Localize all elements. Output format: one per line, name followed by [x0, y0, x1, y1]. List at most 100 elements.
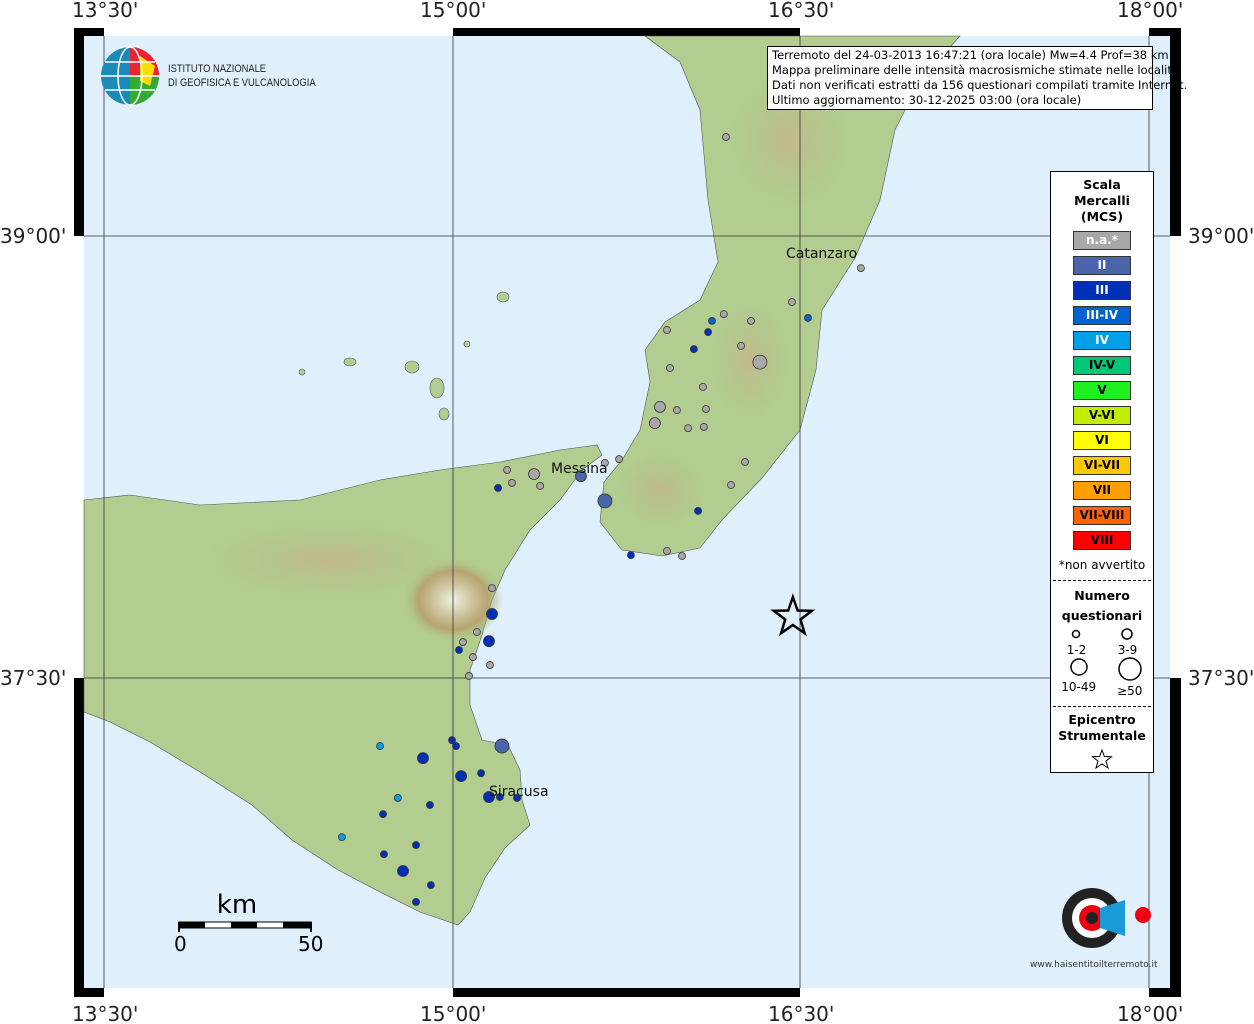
intensity-point — [752, 354, 768, 370]
haisentito-logo: www.haisentitoilterremoto.it — [1030, 860, 1158, 975]
intensity-point — [379, 810, 387, 819]
intensity-point — [747, 316, 755, 325]
info-line: Dati non verificati estratti da 156 ques… — [772, 78, 1188, 92]
intensity-point — [477, 769, 485, 778]
intensity-point — [412, 898, 420, 906]
count-label: 1-2 — [1066, 643, 1087, 657]
intensity-point — [689, 345, 698, 354]
legend-class-na: n.a.* — [1073, 231, 1131, 250]
intensity-point — [338, 833, 346, 842]
intensity-point — [857, 264, 865, 273]
lon-tick: 18°00' — [1117, 1002, 1184, 1024]
logo-line: DI GEOFISICA E VULCANOLOGIA — [168, 77, 316, 89]
legend-title: questionari — [1061, 608, 1143, 623]
intensity-point — [615, 455, 623, 463]
intensity-point — [737, 342, 745, 350]
intensity-point — [663, 547, 671, 555]
intensity-point — [722, 133, 730, 141]
legend-class-viii: VIII — [1073, 531, 1131, 550]
intensity-point — [483, 635, 495, 648]
intensity-point — [376, 742, 384, 750]
intensity-point — [459, 638, 467, 646]
intensity-point — [508, 479, 516, 487]
lat-tick: 39°00' — [0, 224, 67, 248]
intensity-point — [455, 646, 463, 654]
intensity-point — [452, 742, 460, 750]
intensity-point — [704, 328, 712, 336]
legend-class-iii-iv: III-IV — [1073, 306, 1131, 325]
intensity-point — [699, 382, 707, 391]
intensity-point — [678, 552, 686, 560]
logo-line: ISTITUTO NAZIONALE — [168, 63, 267, 75]
intensity-point — [465, 672, 473, 680]
scale-max: 50 — [298, 932, 324, 956]
lat-tick: 37°30' — [0, 666, 67, 690]
intensity-point — [663, 326, 671, 334]
lon-tick: 16°30' — [768, 0, 835, 22]
event-info-box: Terremoto del 24-03-2013 16:47:21 (ora l… — [767, 46, 1188, 110]
intensity-point — [412, 841, 420, 849]
city-label: Catanzaro — [786, 246, 858, 262]
legend-title: Mercalli — [1074, 193, 1130, 208]
count-label: 3-9 — [1117, 643, 1138, 657]
legend-class-vii: VII — [1073, 481, 1131, 500]
scale-bar: km 0 50 — [172, 890, 332, 956]
city-label: Siracusa — [489, 784, 549, 800]
scale-unit: km — [216, 890, 258, 920]
lon-tick: 13°30' — [72, 1002, 139, 1024]
intensity-point — [494, 484, 502, 492]
lon-tick: 15°00' — [420, 0, 487, 22]
intensity-point — [627, 551, 635, 560]
legend-class-vii-viii: VII-VIII — [1073, 506, 1131, 525]
intensity-map: 13°30' 15°00' 16°30' 18°00' 13°30' 15°00… — [0, 0, 1254, 1024]
intensity-point — [708, 316, 716, 325]
city-label: Messina — [551, 461, 608, 477]
count-label: 10-49 — [1061, 680, 1097, 694]
lon-tick: 16°30' — [768, 1002, 835, 1024]
intensity-point — [804, 314, 812, 322]
intensity-point — [673, 406, 681, 415]
intensity-point — [702, 405, 710, 413]
legend-class-v: V — [1073, 381, 1131, 400]
intensity-point — [380, 850, 388, 859]
intensity-point — [472, 628, 481, 636]
intensity-point — [699, 423, 708, 431]
lat-tick: 37°30' — [1188, 666, 1254, 690]
legend-title: (MCS) — [1080, 209, 1124, 224]
intensity-point — [597, 493, 613, 509]
intensity-point — [727, 481, 735, 489]
intensity-point — [694, 507, 702, 515]
lon-tick: 18°00' — [1117, 0, 1184, 22]
intensity-point — [426, 801, 434, 809]
intensity-point — [486, 608, 498, 620]
legend-title: Strumentale — [1058, 728, 1146, 743]
intensity-point — [397, 865, 409, 877]
scale-min: 0 — [174, 932, 187, 956]
legend-class-vi-vii: VI-VII — [1073, 456, 1131, 475]
intensity-point — [528, 468, 540, 480]
intensity-point — [503, 466, 511, 474]
intensity-point — [648, 417, 661, 430]
intensity-point — [719, 310, 728, 318]
intensity-point — [469, 653, 477, 661]
legend-class-v-vi: V-VI — [1073, 406, 1131, 425]
legend-footnote: *non avvertito — [1058, 558, 1146, 572]
star-icon — [1091, 748, 1113, 770]
legend-class-vi: VI — [1073, 431, 1131, 450]
intensity-point — [426, 881, 435, 890]
intensity-point — [488, 584, 496, 593]
legend-class-iv-v: IV-V — [1073, 356, 1131, 375]
intensity-point — [455, 770, 467, 783]
intensity-point — [417, 752, 429, 765]
lat-tick: 39°00' — [1188, 224, 1254, 248]
intensity-point — [684, 424, 692, 433]
lon-tick: 15°00' — [420, 1002, 487, 1024]
legend-class-iv: IV — [1073, 331, 1131, 350]
globe-icon — [101, 46, 159, 106]
intensity-point — [536, 481, 544, 490]
site-url: www.haisentitoilterremoto.it — [1030, 960, 1158, 970]
legend-class-ii: II — [1073, 256, 1131, 275]
intensity-point — [393, 794, 402, 802]
count-label: ≥50 — [1117, 684, 1143, 698]
intensity-point — [666, 364, 674, 372]
